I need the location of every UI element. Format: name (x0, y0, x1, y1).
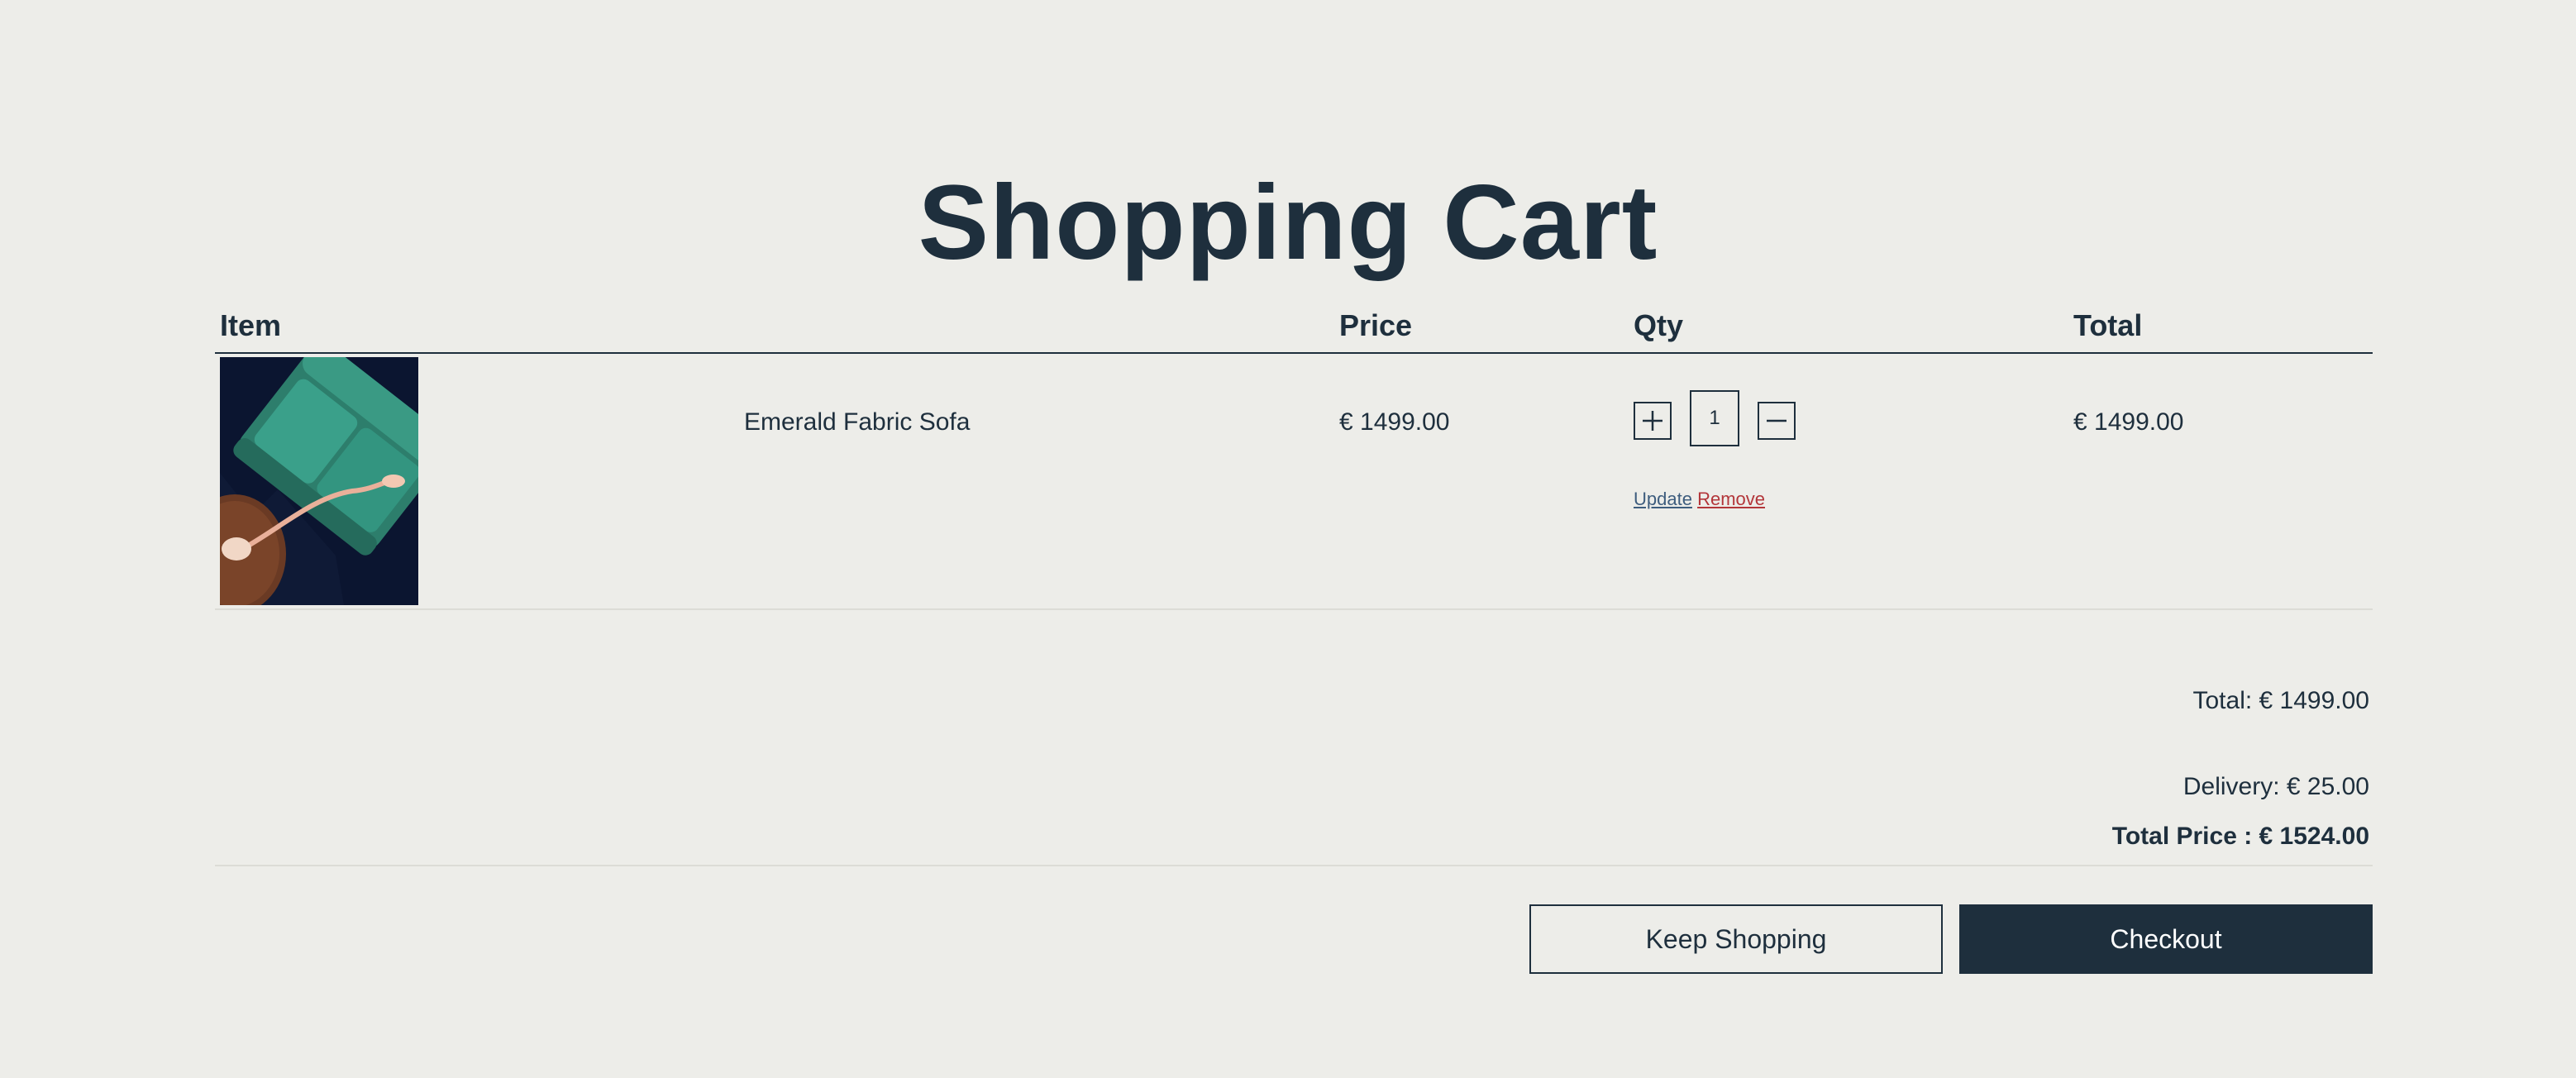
plus-icon (1643, 411, 1662, 431)
column-header-item: Item (220, 308, 282, 342)
update-link[interactable]: Update (1634, 489, 1692, 509)
column-header-total: Total (2073, 308, 2143, 342)
row-divider (215, 608, 2373, 610)
keep-shopping-button[interactable]: Keep Shopping (1529, 904, 1943, 974)
row-total: € 1499.00 (2073, 408, 2184, 436)
quantity-decrease-button[interactable] (1758, 402, 1796, 440)
summary-delivery: Delivery: € 25.00 (2182, 773, 2369, 800)
column-header-price: Price (1339, 308, 1413, 342)
page-title: Shopping Cart (918, 163, 1658, 282)
column-header-qty: Qty (1634, 308, 1684, 342)
cart-table: Item Price Qty Total Emerald Fabric Sofa… (215, 298, 2373, 612)
quantity-increase-button[interactable] (1634, 402, 1672, 440)
minus-icon (1767, 419, 1787, 422)
product-image[interactable] (220, 357, 418, 605)
summary-total: Total: € 1499.00 (2192, 687, 2369, 714)
row-actions: Update Remove (1634, 488, 1765, 511)
header-divider (215, 352, 2373, 354)
product-price: € 1499.00 (1339, 408, 1450, 436)
sofa-thumbnail (220, 357, 418, 605)
summary-divider (215, 865, 2373, 866)
product-name[interactable]: Emerald Fabric Sofa (744, 406, 970, 439)
quantity-input[interactable] (1690, 390, 1739, 446)
summary-total-price: Total Price : € 1524.00 (2111, 823, 2369, 850)
checkout-button[interactable]: Checkout (1959, 904, 2373, 974)
remove-link[interactable]: Remove (1697, 489, 1765, 509)
